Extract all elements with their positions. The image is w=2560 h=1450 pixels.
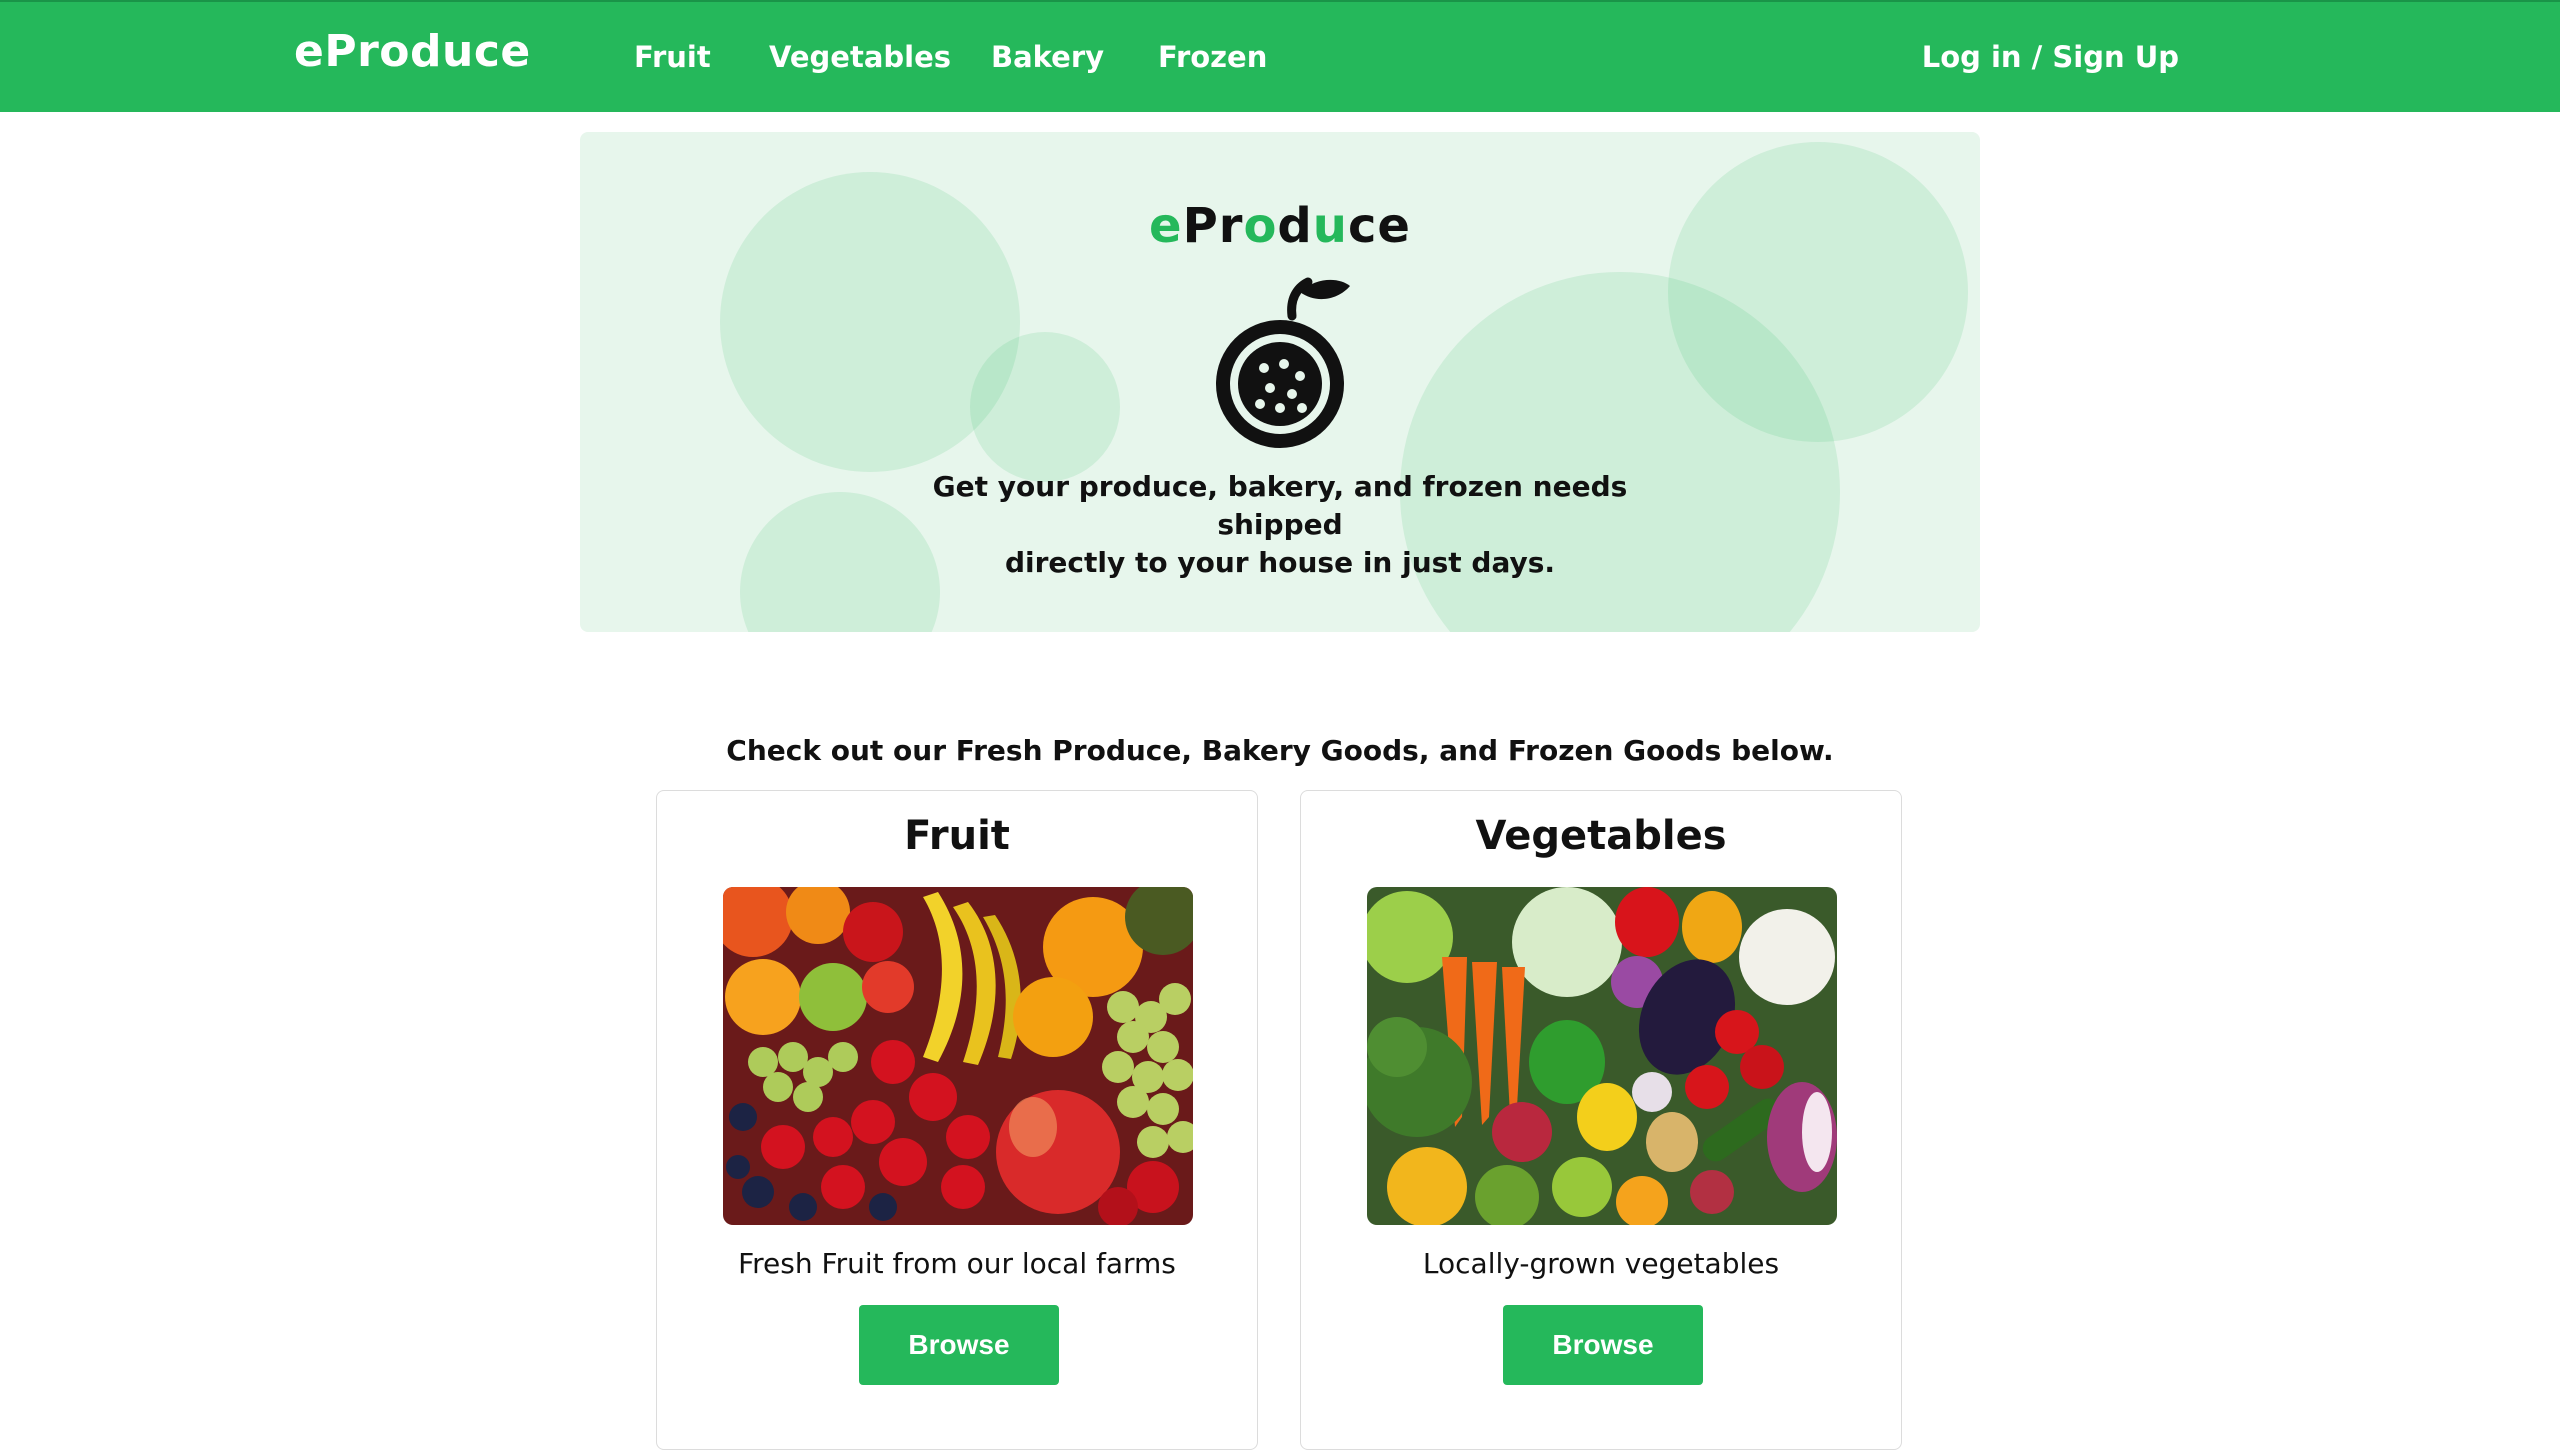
browse-vegetables-button[interactable]: Browse xyxy=(1503,1305,1703,1385)
hero-tagline-line1: Get your produce, bakery, and frozen nee… xyxy=(932,470,1628,541)
card-title: Vegetables xyxy=(1475,813,1727,859)
hero-logo-text: eProduce xyxy=(1149,198,1411,254)
brand-logo-link[interactable]: eProduce xyxy=(294,26,531,77)
fruit-icon xyxy=(1200,272,1360,452)
card-description: Fresh Fruit from our local farms xyxy=(738,1247,1176,1280)
card-title: Fruit xyxy=(904,813,1010,859)
section-intro-text: Check out our Fresh Produce, Bakery Good… xyxy=(726,734,1834,767)
category-card-vegetables: Vegetables Locally-grown vegetables Brow… xyxy=(1300,790,1902,1450)
login-signup-link[interactable]: Log in / Sign Up xyxy=(1922,40,2179,74)
hero-banner: eProduce Get your produce, bakery, and f… xyxy=(580,132,1980,632)
nav-link-bakery[interactable]: Bakery xyxy=(991,40,1104,74)
decorative-bubble xyxy=(1668,142,1968,442)
nav-link-vegetables[interactable]: Vegetables xyxy=(769,40,951,74)
category-card-fruit: Fruit Fresh Fruit from our local farms B… xyxy=(656,790,1258,1450)
vegetables-photo xyxy=(1367,887,1837,1225)
decorative-bubble xyxy=(970,332,1120,482)
hero-tagline: Get your produce, bakery, and frozen nee… xyxy=(900,468,1660,582)
fruit-photo xyxy=(723,887,1193,1225)
nav-link-fruit[interactable]: Fruit xyxy=(634,40,711,74)
nav-link-frozen[interactable]: Frozen xyxy=(1158,40,1267,74)
browse-fruit-button[interactable]: Browse xyxy=(859,1305,1059,1385)
hero-tagline-line2: directly to your house in just days. xyxy=(1004,546,1556,579)
top-navbar: eProduce Fruit Vegetables Bakery Frozen … xyxy=(0,0,2560,112)
card-description: Locally-grown vegetables xyxy=(1422,1247,1780,1280)
